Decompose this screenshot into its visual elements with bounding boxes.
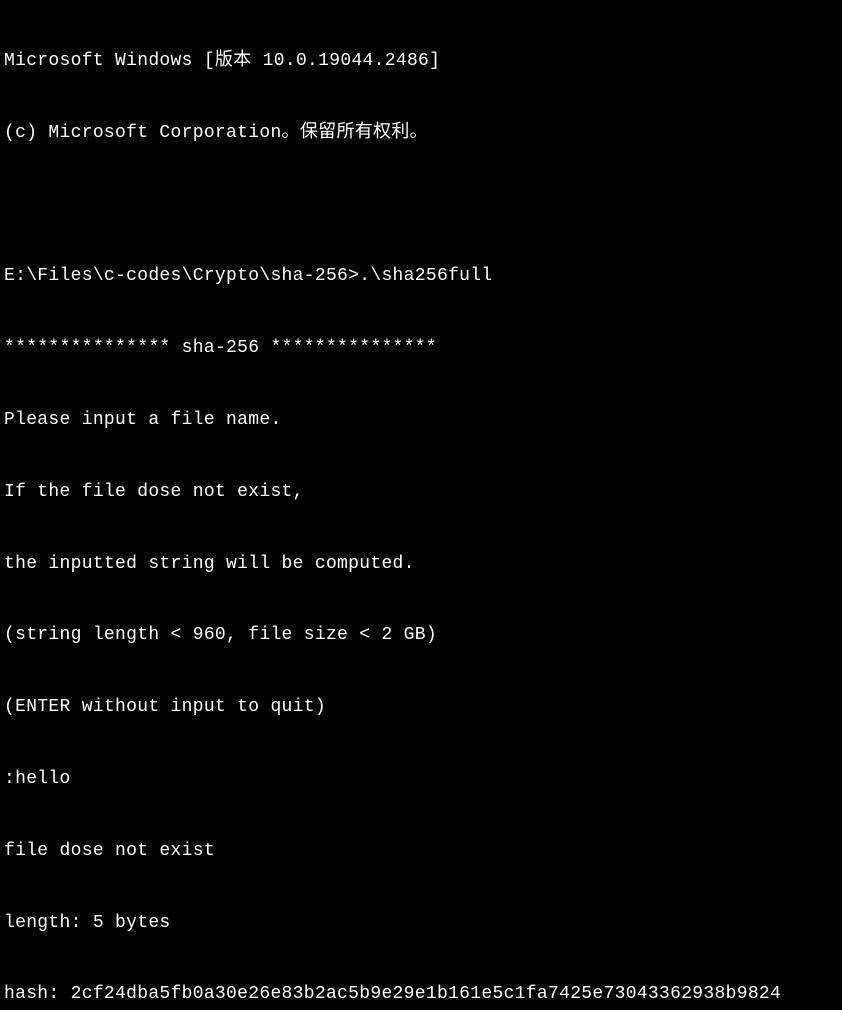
user-input-line: :hello [4, 768, 838, 792]
prompt-command-line: E:\Files\c-codes\Crypto\sha-256>.\sha256… [4, 265, 838, 289]
copyright-line: (c) Microsoft Corporation。保留所有权利。 [4, 122, 838, 146]
hash-output-line: hash: 2cf24dba5fb0a30e26e83b2ac5b9e29e1b… [4, 983, 838, 1007]
quit-instruction-line: (ENTER without input to quit) [4, 696, 838, 720]
instruction-line: the inputted string will be computed. [4, 553, 838, 577]
file-status-line: file dose not exist [4, 840, 838, 864]
limits-line: (string length < 960, file size < 2 GB) [4, 624, 838, 648]
terminal-window[interactable]: Microsoft Windows [版本 10.0.19044.2486] (… [4, 2, 838, 1010]
blank-line [4, 194, 838, 218]
instruction-line: Please input a file name. [4, 409, 838, 433]
os-version-line: Microsoft Windows [版本 10.0.19044.2486] [4, 50, 838, 74]
length-output-line: length: 5 bytes [4, 912, 838, 936]
instruction-line: If the file dose not exist, [4, 481, 838, 505]
program-header-line: *************** sha-256 *************** [4, 337, 838, 361]
